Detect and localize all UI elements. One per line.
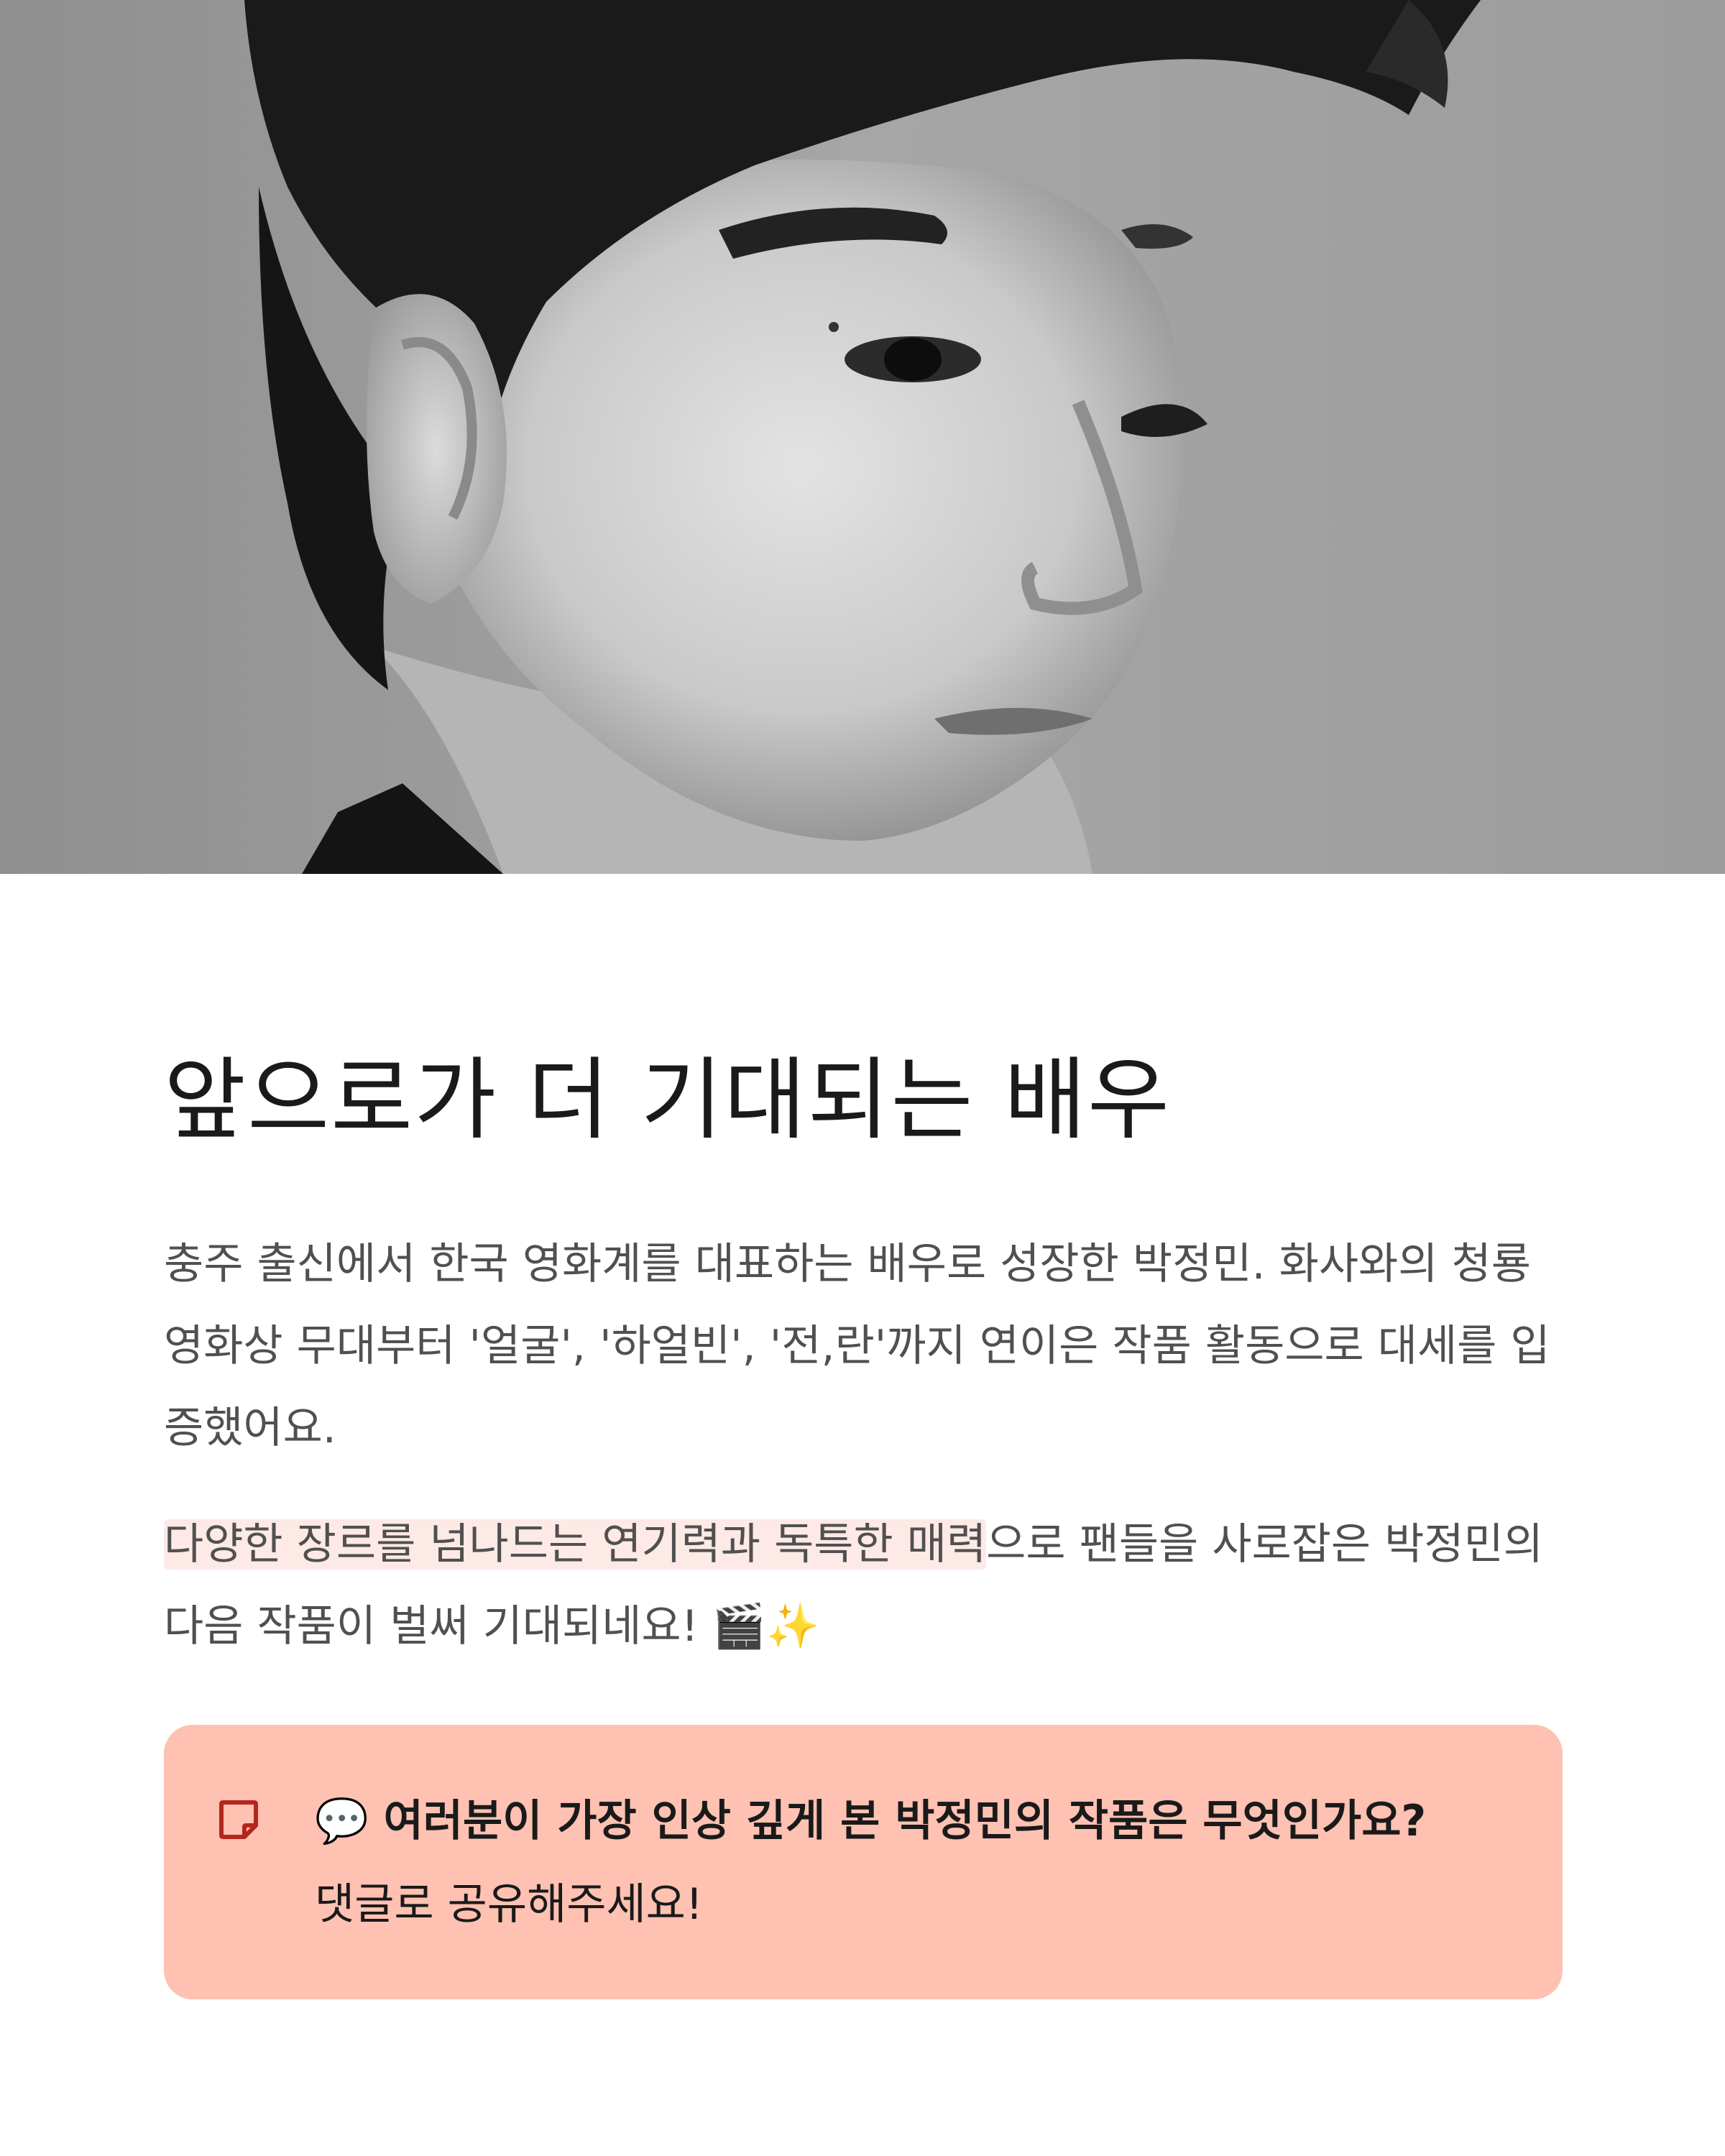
hero-photo xyxy=(0,0,1725,874)
callout-heading: 💬 여러분이 가장 인상 깊게 본 박정민의 작품은 무엇인가요? xyxy=(315,1796,1427,1846)
portrait-image xyxy=(0,0,1725,874)
article-content: 앞으로가 더 기대되는 배우 충주 출신에서 한국 영화계를 대표하는 배우로 … xyxy=(164,874,1563,1999)
callout-box: 💬 여러분이 가장 인상 깊게 본 박정민의 작품은 무엇인가요? 댓글로 공유… xyxy=(164,1725,1563,1999)
note-icon xyxy=(219,1800,258,1839)
article-paragraph-1: 충주 출신에서 한국 영화계를 대표하는 배우로 성장한 박정민. 화사와의 청… xyxy=(164,1239,1550,1453)
callout-subtext: 댓글로 공유해주세요! xyxy=(315,1879,703,1930)
page: 앞으로가 더 기대되는 배우 충주 출신에서 한국 영화계를 대표하는 배우로 … xyxy=(0,0,1725,2156)
article-paragraph-2: 다양한 장르를 넘나드는 연기력과 독특한 매력으로 팬들을 사로잡은 박정민의… xyxy=(164,1503,1561,1667)
callout-text: 💬 여러분이 가장 인상 깊게 본 박정민의 작품은 무엇인가요? 댓글로 공유… xyxy=(315,1785,1519,1940)
highlighted-text: 다양한 장르를 넘나드는 연기력과 독특한 매력 xyxy=(164,1519,987,1570)
article-title: 앞으로가 더 기대되는 배우 xyxy=(164,1049,1172,1152)
clapper-sparkles-emoji: 🎬✨ xyxy=(712,1601,820,1651)
